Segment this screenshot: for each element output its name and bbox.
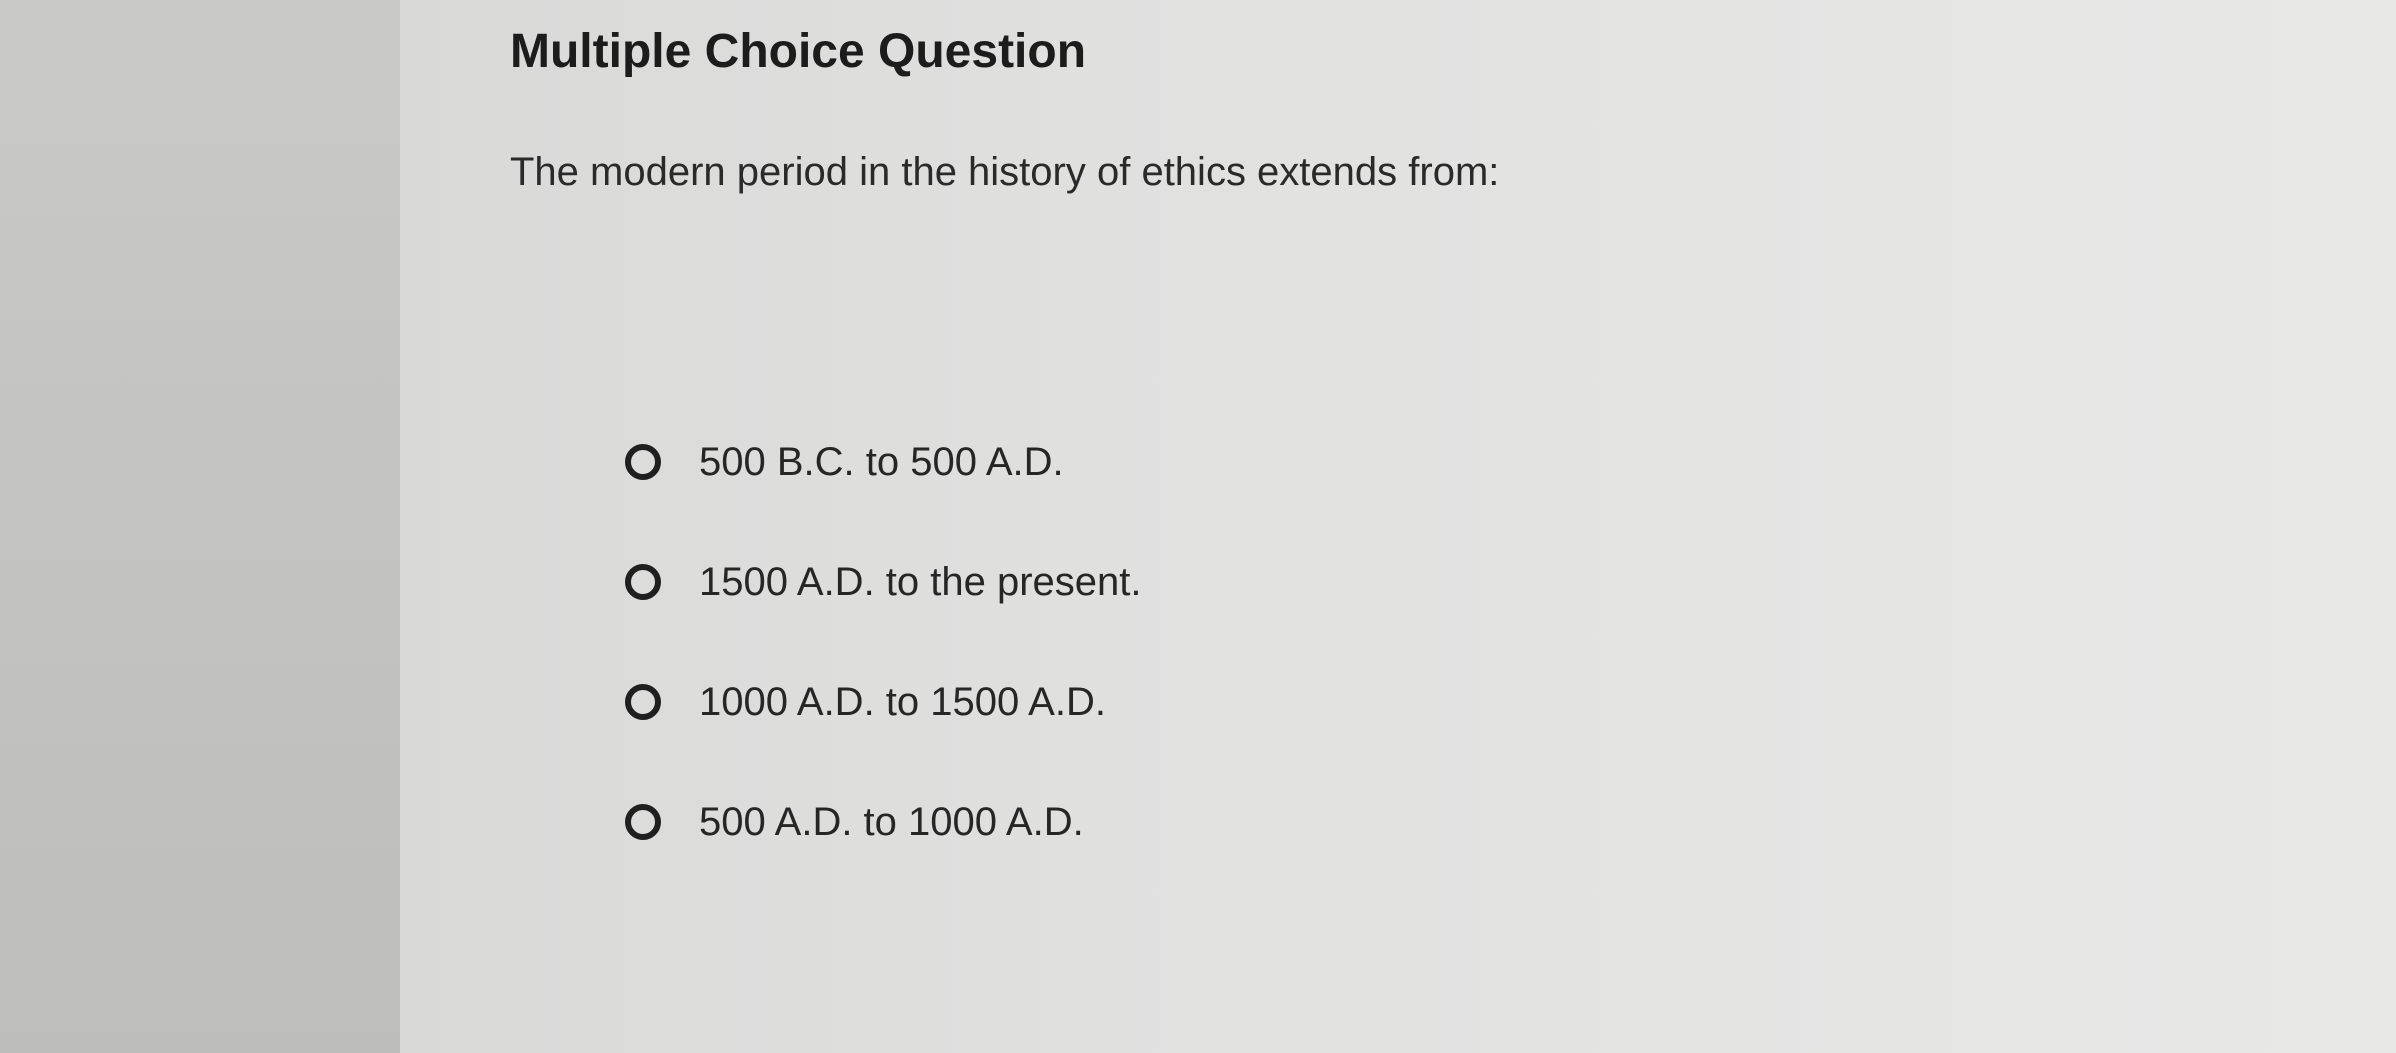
answer-option-label: 500 B.C. to 500 A.D. bbox=[699, 439, 1064, 484]
question-prompt: The modern period in the history of ethi… bbox=[510, 150, 1500, 194]
answer-option-1[interactable]: 500 B.C. to 500 A.D. bbox=[625, 432, 1525, 492]
left-panel bbox=[0, 0, 400, 1053]
answer-option-2[interactable]: 1500 A.D. to the present. bbox=[625, 552, 1525, 612]
answer-options: 500 B.C. to 500 A.D. 1500 A.D. to the pr… bbox=[625, 432, 1525, 852]
answer-option-label: 500 A.D. to 1000 A.D. bbox=[699, 799, 1084, 844]
answer-option-label: 1000 A.D. to 1500 A.D. bbox=[699, 679, 1106, 724]
answer-option-4[interactable]: 500 A.D. to 1000 A.D. bbox=[625, 792, 1525, 852]
radio-button-icon[interactable] bbox=[625, 444, 661, 480]
answer-option-3[interactable]: 1000 A.D. to 1500 A.D. bbox=[625, 672, 1525, 732]
radio-button-icon[interactable] bbox=[625, 804, 661, 840]
radio-button-icon[interactable] bbox=[625, 564, 661, 600]
radio-button-icon[interactable] bbox=[625, 684, 661, 720]
question-type-title: Multiple Choice Question bbox=[510, 25, 1087, 78]
answer-option-label: 1500 A.D. to the present. bbox=[699, 559, 1142, 604]
